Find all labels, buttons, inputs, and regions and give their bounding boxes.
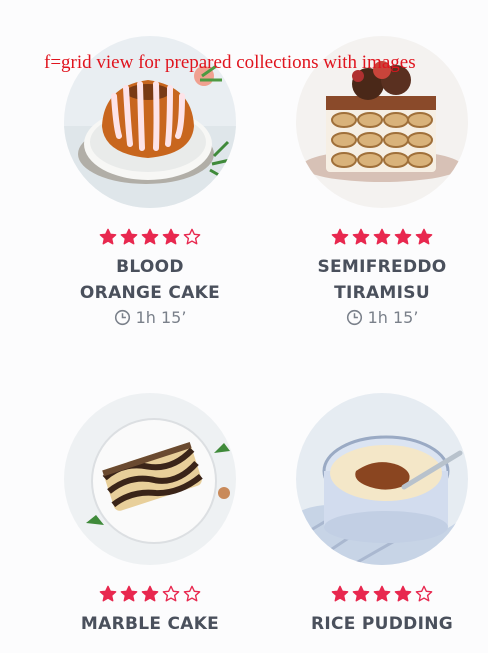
star-filled-icon [352, 585, 370, 602]
recipe-title[interactable]: MARBLE CAKE [75, 611, 225, 637]
recipe-title[interactable]: BLOOD ORANGE CAKE [75, 254, 225, 306]
recipe-title[interactable]: SEMIFREDDO TIRAMISU [307, 254, 457, 306]
star-filled-icon [99, 585, 117, 602]
rating-stars [272, 228, 488, 250]
rice-pudding-image [296, 393, 468, 565]
star-filled-icon [394, 585, 412, 602]
star-filled-icon [99, 228, 117, 245]
star-filled-icon [141, 228, 159, 245]
rating-stars [40, 228, 260, 250]
marble-cake-image [64, 393, 236, 565]
cooking-time-label: 1h 15’ [135, 308, 187, 327]
recipe-card[interactable]: BLOOD ORANGE CAKE 1h 15’ [40, 36, 260, 327]
recipe-card[interactable]: RICE PUDDING [272, 393, 488, 637]
clock-icon [346, 309, 362, 326]
star-filled-icon [373, 228, 391, 245]
star-filled-icon [141, 585, 159, 602]
annotation-note: f=grid view for prepared collections wit… [44, 52, 416, 73]
recipe-card[interactable]: MARBLE CAKE [40, 393, 260, 637]
cooking-time: 1h 15’ [40, 308, 260, 327]
star-filled-icon [162, 228, 180, 245]
star-filled-icon [120, 228, 138, 245]
star-filled-icon [415, 228, 433, 245]
star-filled-icon [394, 228, 412, 245]
star-outline-icon [183, 585, 201, 602]
recipe-title[interactable]: RICE PUDDING [307, 611, 457, 637]
rating-stars [272, 585, 488, 607]
recipe-card[interactable]: SEMIFREDDO TIRAMISU 1h 15’ [272, 36, 488, 327]
star-outline-icon [183, 228, 201, 245]
star-filled-icon [331, 228, 349, 245]
recipe-image[interactable] [64, 393, 236, 565]
star-outline-icon [162, 585, 180, 602]
star-filled-icon [120, 585, 138, 602]
star-filled-icon [352, 228, 370, 245]
recipe-image[interactable] [296, 393, 468, 565]
recipe-grid: BLOOD ORANGE CAKE 1h 15’ SEMIFREDDO TIRA… [0, 0, 488, 653]
cooking-time: 1h 15’ [272, 308, 488, 327]
star-filled-icon [373, 585, 391, 602]
clock-icon [114, 309, 130, 326]
star-filled-icon [331, 585, 349, 602]
rating-stars [40, 585, 260, 607]
cooking-time-label: 1h 15’ [367, 308, 419, 327]
star-outline-icon [415, 585, 433, 602]
